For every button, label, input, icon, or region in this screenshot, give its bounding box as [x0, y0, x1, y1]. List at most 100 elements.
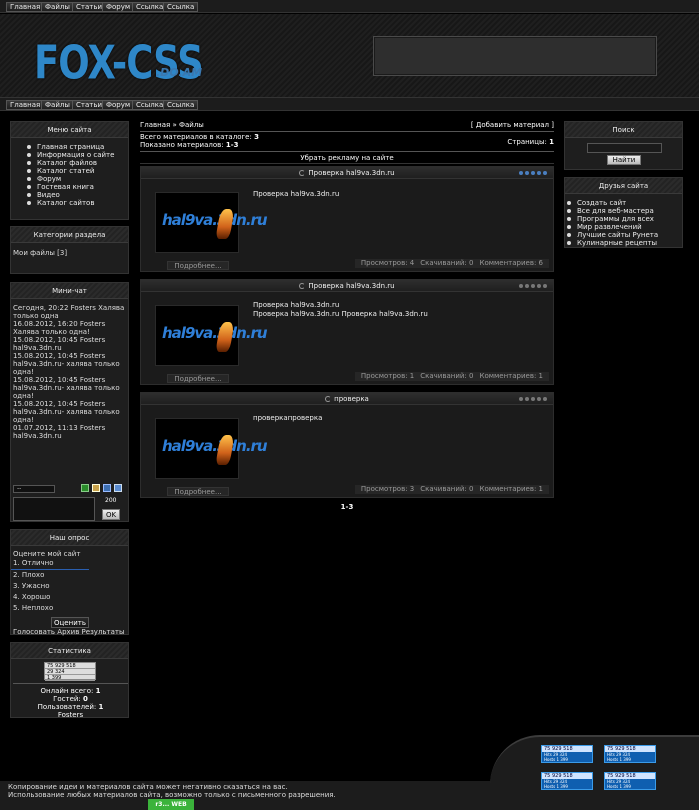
file-entry: Проверка hal9va.3dn.ru hal9va.3dn.ru Под…	[140, 279, 554, 385]
friend-link[interactable]: Лучшие сайты Рунета	[567, 231, 682, 239]
menu-item[interactable]: Видео	[27, 191, 128, 199]
entry-text: Проверка hal9va.3dn.ru	[253, 190, 340, 198]
nav2-link-forum[interactable]: Форум	[102, 100, 135, 110]
menu-item[interactable]: Информация о сайте	[27, 151, 128, 159]
page-number[interactable]: 1	[549, 138, 554, 146]
mini-chat-title: Мини-чат	[11, 283, 128, 299]
nav-link-files[interactable]: Файлы	[41, 2, 74, 12]
entry-body: проверкапроверка	[253, 414, 322, 423]
web-badge[interactable]: r3... WEB	[148, 799, 194, 810]
pager[interactable]: 1-3	[140, 503, 554, 511]
friend-link[interactable]: Все для веб-мастера	[567, 207, 682, 215]
entry-header: Проверка hal9va.3dn.ru	[141, 280, 553, 292]
shown-range: 1-3	[225, 141, 239, 149]
comments-count[interactable]: Комментариев: 1	[479, 485, 543, 493]
counter-badge[interactable]: 75 929 518 Hits 29 324 Hosts 1 399	[541, 772, 593, 790]
site-header: FOX-CSS .DO.AM	[0, 14, 699, 97]
counter-badge[interactable]: 75 929 518 Hits 29 324 Hosts 1 399	[541, 745, 593, 763]
second-nav: Главная Файлы Статьи Форум Ссылка Ссылка	[0, 97, 699, 111]
friends-title: Друзья сайта	[565, 178, 682, 194]
counter-hosts: 1 399	[619, 757, 631, 762]
menu-title: Меню сайта	[11, 122, 128, 138]
site-logo[interactable]: FOX-CSS	[34, 36, 204, 90]
details-button[interactable]: Подробнее...	[167, 487, 229, 496]
breadcrumb[interactable]: Главная » Файлы	[140, 121, 204, 129]
chat-ok-button[interactable]: OK	[102, 509, 120, 520]
nav2-link-link-2[interactable]: Ссылка	[163, 100, 199, 110]
nav-link-forum[interactable]: Форум	[102, 2, 135, 12]
add-material-link[interactable]: [ Добавить материал ]	[471, 121, 554, 129]
remove-ads-link[interactable]: Убрать рекламу на сайте	[140, 154, 554, 162]
rating-stars[interactable]	[519, 397, 547, 401]
friends-block: Друзья сайта Создать сайт Все для веб-ма…	[564, 177, 683, 248]
chat-select[interactable]: --	[13, 485, 55, 493]
friend-link[interactable]: Программы для всех	[567, 215, 682, 223]
rating-stars[interactable]	[519, 284, 547, 288]
category-link[interactable]: Мои файлы [3]	[11, 243, 128, 261]
poll-vote-button[interactable]: Оценить	[51, 617, 89, 628]
chat-message: 15.08.2012, 10:45 Fosters hal9va.3dn.ru-…	[13, 352, 120, 376]
site-logo-domain: .DO.AM	[156, 66, 203, 79]
chat-message: 16.08.2012, 16:20 Fosters Халява только …	[13, 320, 106, 336]
refresh-icon[interactable]	[81, 484, 89, 492]
nav-link-link-1[interactable]: Ссылка	[132, 2, 168, 12]
thumbnail-text: hal9va.3dn.ru	[162, 437, 268, 455]
friend-link[interactable]: Кулинарные рецепты	[567, 239, 682, 247]
poll-footer-links[interactable]: Голосовать Архив Результаты	[13, 628, 125, 636]
stats-counter-badge[interactable]: 75 929 518 29 324 1 399	[44, 662, 96, 681]
menu-item[interactable]: Гостевая книга	[27, 183, 128, 191]
shown-label: Показано материалов:	[140, 141, 224, 149]
menu-item[interactable]: Главная страница	[27, 143, 128, 151]
statistics-title: Статистика	[11, 643, 128, 659]
menu-item[interactable]: Каталог статей	[27, 167, 128, 175]
poll-option[interactable]: 4. Хорошо	[11, 592, 128, 603]
search-input[interactable]	[587, 143, 662, 153]
entry-text: проверкапроверка	[253, 414, 323, 422]
nav2-link-files[interactable]: Файлы	[41, 100, 74, 110]
entry-thumbnail[interactable]: hal9va.3dn.ru	[155, 418, 268, 479]
entry-thumbnail[interactable]: hal9va.3dn.ru	[155, 305, 268, 366]
help-icon[interactable]	[114, 484, 122, 492]
comments-count[interactable]: Комментариев: 1	[479, 372, 543, 380]
counter-badge[interactable]: 75 929 518 Hits 29 324 Hosts 1 399	[604, 745, 656, 763]
friend-link[interactable]: Создать сайт	[567, 199, 682, 207]
details-button[interactable]: Подробнее...	[167, 374, 229, 383]
entry-title[interactable]: Проверка hal9va.3dn.ru	[308, 282, 394, 290]
counter-hosts: 1 399	[556, 757, 568, 762]
thumbnail-text: hal9va.3dn.ru	[162, 324, 268, 342]
poll-option[interactable]: 5. Неплохо	[11, 603, 128, 614]
online-user[interactable]: Fosters	[11, 711, 130, 719]
bbcode-icon[interactable]	[103, 484, 111, 492]
comments-count[interactable]: Комментариев: 6	[479, 259, 543, 267]
details-button[interactable]: Подробнее...	[167, 261, 229, 270]
online-label: Онлайн всего:	[40, 687, 94, 695]
users-label: Пользователей:	[37, 703, 97, 711]
entry-title[interactable]: Проверка hal9va.3dn.ru	[308, 169, 394, 177]
search-button[interactable]: Найти	[607, 155, 641, 165]
downloads-count: Скачиваний: 0	[420, 259, 474, 267]
entry-title[interactable]: проверка	[334, 395, 369, 403]
nav-link-home[interactable]: Главная	[6, 2, 45, 12]
nav2-link-home[interactable]: Главная	[6, 100, 45, 110]
poll-option[interactable]: 3. Ужасно	[11, 581, 128, 592]
poll-option[interactable]: 1. Отлично	[11, 558, 89, 570]
smile-icon[interactable]	[92, 484, 100, 492]
nav2-link-articles[interactable]: Статьи	[72, 100, 107, 110]
friend-link[interactable]: Мир развлечений	[567, 223, 682, 231]
menu-item[interactable]: Каталог сайтов	[27, 199, 128, 207]
chat-message-input[interactable]	[13, 497, 95, 521]
menu-item[interactable]: Каталог файлов	[27, 159, 128, 167]
rating-stars[interactable]	[519, 171, 547, 175]
chat-messages: Сегодня, 20:22 Fosters Халява только одн…	[11, 299, 128, 444]
chat-message: 15.08.2012, 10:45 Fosters hal9va.3dn.ru-…	[13, 400, 120, 424]
entry-thumbnail[interactable]: hal9va.3dn.ru	[155, 192, 268, 253]
entry-text: Проверка hal9va.3dn.ru Проверка hal9va.3…	[253, 310, 428, 318]
nav-link-articles[interactable]: Статьи	[72, 2, 107, 12]
nav2-link-link-1[interactable]: Ссылка	[132, 100, 168, 110]
menu-item[interactable]: Форум	[27, 175, 128, 183]
nav-link-link-2[interactable]: Ссылка	[163, 2, 199, 12]
poll-option[interactable]: 2. Плохо	[11, 570, 128, 581]
entry-stats: Просмотров: 1 Скачиваний: 0 Комментариев: …	[354, 372, 549, 381]
chat-char-count: 200	[105, 497, 117, 504]
counter-badge[interactable]: 75 929 518 Hits 29 324 Hosts 1 399	[604, 772, 656, 790]
